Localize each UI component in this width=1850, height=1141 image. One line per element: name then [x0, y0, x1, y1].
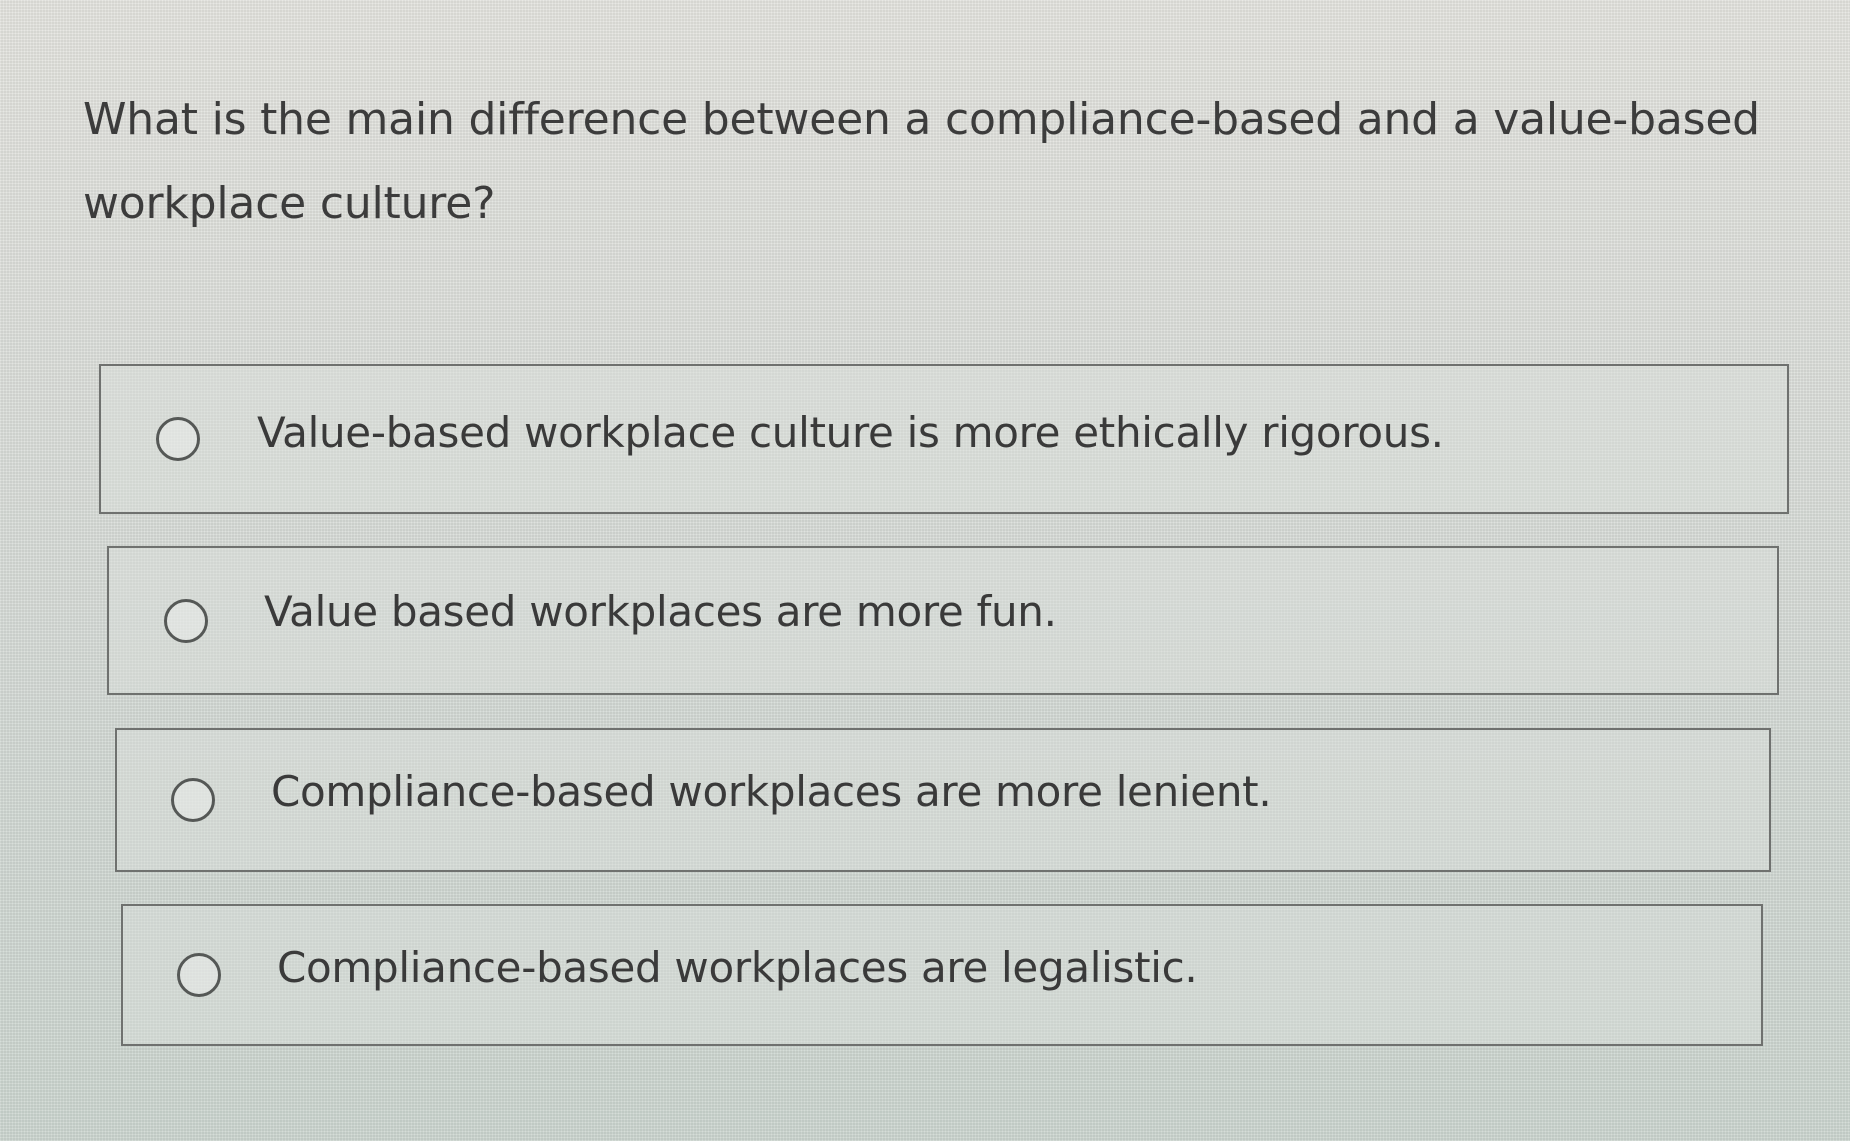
answer-option-3[interactable]: Compliance-based workplaces are more len…: [115, 728, 1771, 872]
radio-button-icon[interactable]: [156, 417, 200, 461]
radio-button-icon[interactable]: [177, 953, 221, 997]
question-card: What is the main difference between a co…: [0, 0, 1850, 1141]
answer-option-label: Value-based workplace culture is more et…: [257, 408, 1444, 458]
question-text: What is the main difference between a co…: [83, 94, 1760, 229]
radio-button-icon[interactable]: [171, 778, 215, 822]
radio-button-icon[interactable]: [164, 598, 208, 643]
answer-option-label: Compliance-based workplaces are legalist…: [277, 943, 1198, 993]
answer-option-2[interactable]: Value based workplaces are more fun.: [107, 546, 1779, 695]
answer-option-label: Value based workplaces are more fun.: [264, 586, 1057, 636]
answer-option-1[interactable]: Value-based workplace culture is more et…: [99, 364, 1789, 514]
answer-option-label: Compliance-based workplaces are more len…: [271, 766, 1272, 816]
answer-option-4[interactable]: Compliance-based workplaces are legalist…: [121, 904, 1763, 1046]
